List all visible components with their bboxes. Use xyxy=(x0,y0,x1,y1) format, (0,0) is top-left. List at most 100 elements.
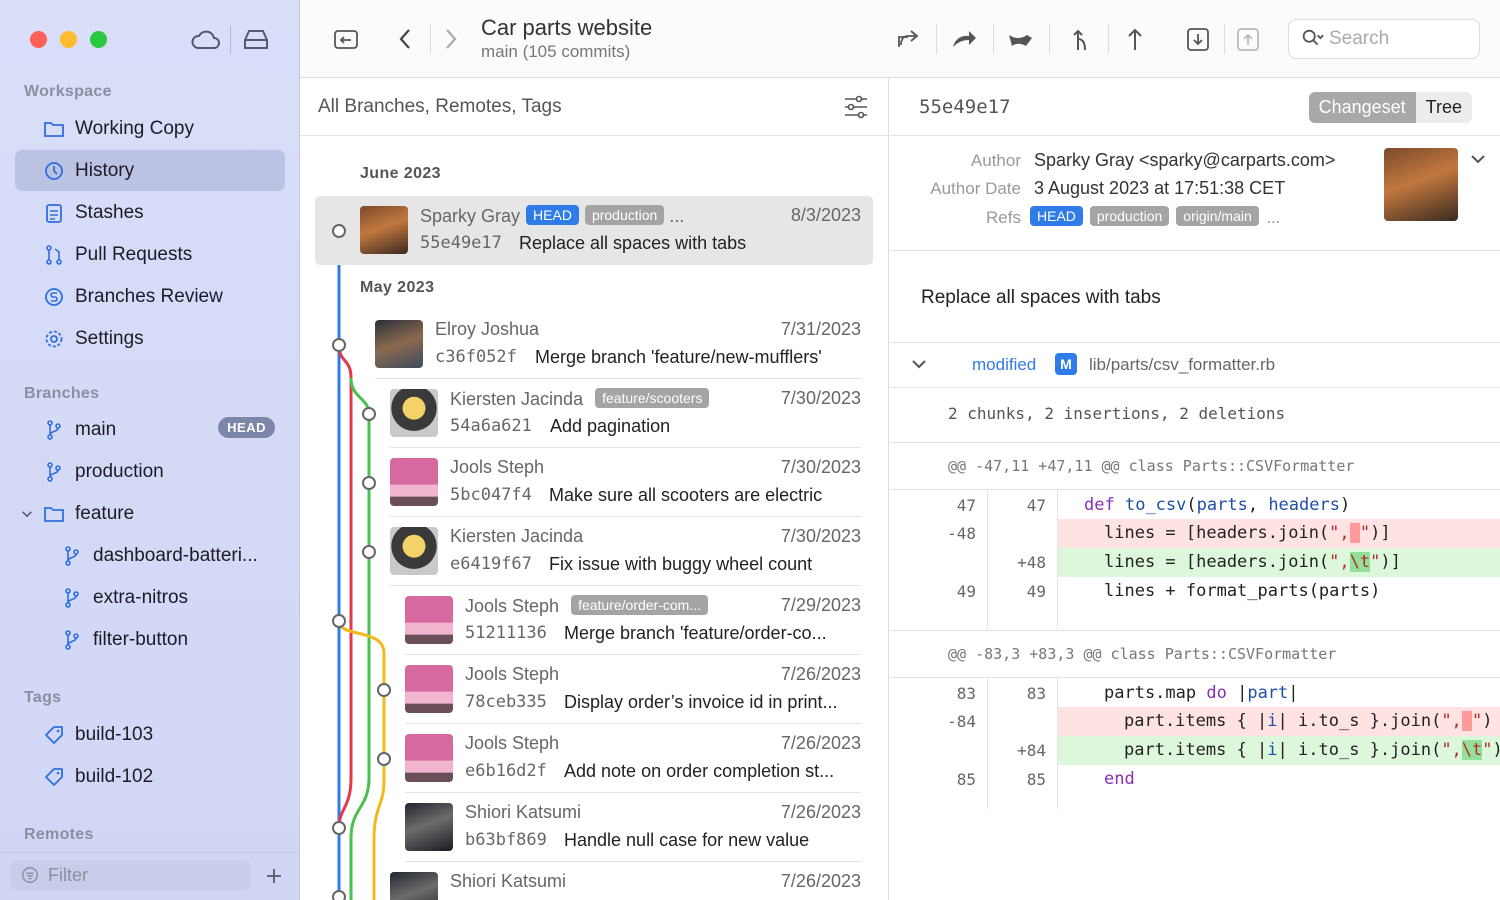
sidebar-item-label: Pull Requests xyxy=(75,243,193,265)
separator xyxy=(430,24,431,54)
sidebar-item-label: Stashes xyxy=(75,201,144,223)
window-title: Car parts website xyxy=(481,15,653,40)
commit-row[interactable]: Sparky Gray HEAD production ... 8/3/2023 5… xyxy=(315,196,873,265)
author-label: Author xyxy=(970,151,1021,170)
commit-node xyxy=(332,821,346,835)
divider xyxy=(890,489,1500,490)
ref-tag-feature-order: feature/order-com... xyxy=(571,595,708,615)
remotes-header: Remotes xyxy=(24,826,94,843)
chevron-down-icon[interactable] xyxy=(19,503,35,525)
commit-row[interactable]: Kiersten Jacinda 7/30/2023 e6419f67 Fix … xyxy=(390,517,873,586)
sidebar-tag-build-103[interactable]: build-103 xyxy=(15,714,285,755)
old-line-number: -84 xyxy=(947,712,976,731)
avatar xyxy=(405,665,453,713)
separator xyxy=(993,24,994,54)
sidebar-branch-extra-nitros[interactable]: extra-nitros xyxy=(15,577,285,618)
merge-button[interactable] xyxy=(1065,22,1097,56)
tab-changeset[interactable]: Changeset xyxy=(1308,92,1416,123)
sidebar-folder-feature[interactable]: feature xyxy=(15,493,285,534)
divider xyxy=(890,442,1500,443)
share-button[interactable] xyxy=(893,22,925,56)
back-button[interactable] xyxy=(390,22,422,56)
forward-button[interactable] xyxy=(434,22,466,56)
avatar xyxy=(405,734,453,782)
author-avatar xyxy=(1384,148,1458,221)
separator xyxy=(1049,24,1050,54)
commit-node xyxy=(332,224,346,238)
sidebar-item-label: production xyxy=(75,460,164,482)
tab-tree[interactable]: Tree xyxy=(1415,92,1472,123)
sidebar-branch-production[interactable]: production xyxy=(15,451,285,492)
commit-date: 7/30/2023 xyxy=(780,457,861,477)
sidebar-item-label: build-103 xyxy=(75,723,154,745)
commit-row[interactable]: Shiori Katsumi 7/26/2023 b63bf869 Handle… xyxy=(405,793,873,862)
repository-button[interactable] xyxy=(330,22,362,56)
minimize-window-button[interactable] xyxy=(60,31,77,48)
commit-author: Shiori Katsumi xyxy=(450,871,567,891)
close-window-button[interactable] xyxy=(30,31,47,48)
folder-icon xyxy=(44,121,64,137)
commit-row[interactable]: Elroy Joshua 7/31/2023 c36f052f Merge br… xyxy=(375,310,873,379)
sidebar-filter-input[interactable]: Filter xyxy=(10,860,250,890)
sidebar-branch-main[interactable]: main HEAD xyxy=(15,409,285,450)
commit-date: 7/29/2023 xyxy=(780,595,861,615)
commit-hash: b63bf869 xyxy=(465,830,547,850)
stash-icon xyxy=(1187,28,1209,51)
commit-hash: 78ceb335 xyxy=(465,692,547,712)
branch-icon xyxy=(65,587,79,608)
commit-author-line: Kiersten Jacinda feature/scooters xyxy=(450,388,710,410)
commit-row[interactable]: Kiersten Jacinda feature/scooters 7/30/20… xyxy=(390,379,873,448)
search-input[interactable]: Search xyxy=(1288,19,1480,59)
filter-settings-icon[interactable] xyxy=(842,94,870,120)
filter-icon xyxy=(22,867,38,883)
old-line-number: 85 xyxy=(956,770,976,789)
sidebar-item-label: filter-button xyxy=(93,628,189,650)
zoom-window-button[interactable] xyxy=(90,31,107,48)
add-icon[interactable] xyxy=(264,866,284,886)
sidebar-item-settings[interactable]: Settings xyxy=(15,318,285,359)
pull-request-icon xyxy=(46,244,62,265)
month-header: June 2023 xyxy=(360,165,441,182)
commit-row[interactable]: Shiori Katsumi 7/26/2023 xyxy=(390,862,873,900)
stash-button[interactable] xyxy=(1182,22,1214,56)
commit-row[interactable]: Jools Steph 7/30/2023 5bc047f4 Make sure… xyxy=(390,448,873,517)
cloud-icon[interactable] xyxy=(189,26,221,54)
sidebar-item-stashes[interactable]: Stashes xyxy=(15,192,285,233)
old-line-number: -48 xyxy=(947,524,976,543)
divider xyxy=(890,677,1500,678)
sidebar-item-history[interactable]: History xyxy=(15,150,285,191)
commit-row[interactable]: Jools Steph 7/26/2023 e6b16d2f Add note … xyxy=(405,724,873,793)
sidebar-tag-build-102[interactable]: build-102 xyxy=(15,756,285,797)
commit-date: 7/30/2023 xyxy=(780,526,861,546)
diff-line: 85 85 end xyxy=(890,765,1500,794)
ref-tag-head: HEAD xyxy=(526,205,579,225)
sidebar-branch-filter-button[interactable]: filter-button xyxy=(15,619,285,660)
commit-message: Fix issue with buggy wheel count xyxy=(549,554,813,574)
separator xyxy=(1108,24,1109,54)
commit-author: Shiori Katsumi xyxy=(465,802,582,822)
separator xyxy=(936,24,937,54)
diff-line-added: +48 lines = [headers.join(",\t")] xyxy=(890,548,1500,577)
sidebar-item-working-copy[interactable]: Working Copy xyxy=(15,108,285,149)
chevron-down-icon[interactable] xyxy=(1468,150,1488,168)
branch-icon xyxy=(47,461,61,482)
sidebar-item-branches-review[interactable]: Branches Review xyxy=(15,276,285,317)
push-button[interactable] xyxy=(1119,22,1151,56)
fetch-button[interactable] xyxy=(948,22,980,56)
commit-message: Merge branch 'feature/new-mufflers' xyxy=(535,347,822,367)
commit-row[interactable]: Jools Steph 7/26/2023 78ceb335 Display o… xyxy=(405,655,873,724)
file-path[interactable]: lib/parts/csv_formatter.rb xyxy=(1089,355,1275,375)
code-line: def to_csv(parts, headers) xyxy=(1084,495,1351,515)
old-line-number: 49 xyxy=(956,582,976,601)
sidebar-item-label: build-102 xyxy=(75,765,154,787)
sidebar-branch-dashboard-batteries[interactable]: dashboard-batteri... xyxy=(15,535,285,576)
commit-author: Jools Steph xyxy=(465,733,560,753)
sidebar-item-pull-requests[interactable]: Pull Requests xyxy=(15,234,285,275)
pop-stash-button[interactable] xyxy=(1232,22,1264,56)
diff-line: 47 47 def to_csv(parts, headers) xyxy=(890,491,1500,520)
head-badge: HEAD xyxy=(218,417,275,438)
chevron-down-icon[interactable] xyxy=(910,355,928,373)
drive-icon[interactable] xyxy=(240,26,272,54)
pull-button[interactable] xyxy=(1004,22,1036,56)
commit-row[interactable]: Jools Steph feature/order-com... 7/29/202… xyxy=(405,586,873,655)
